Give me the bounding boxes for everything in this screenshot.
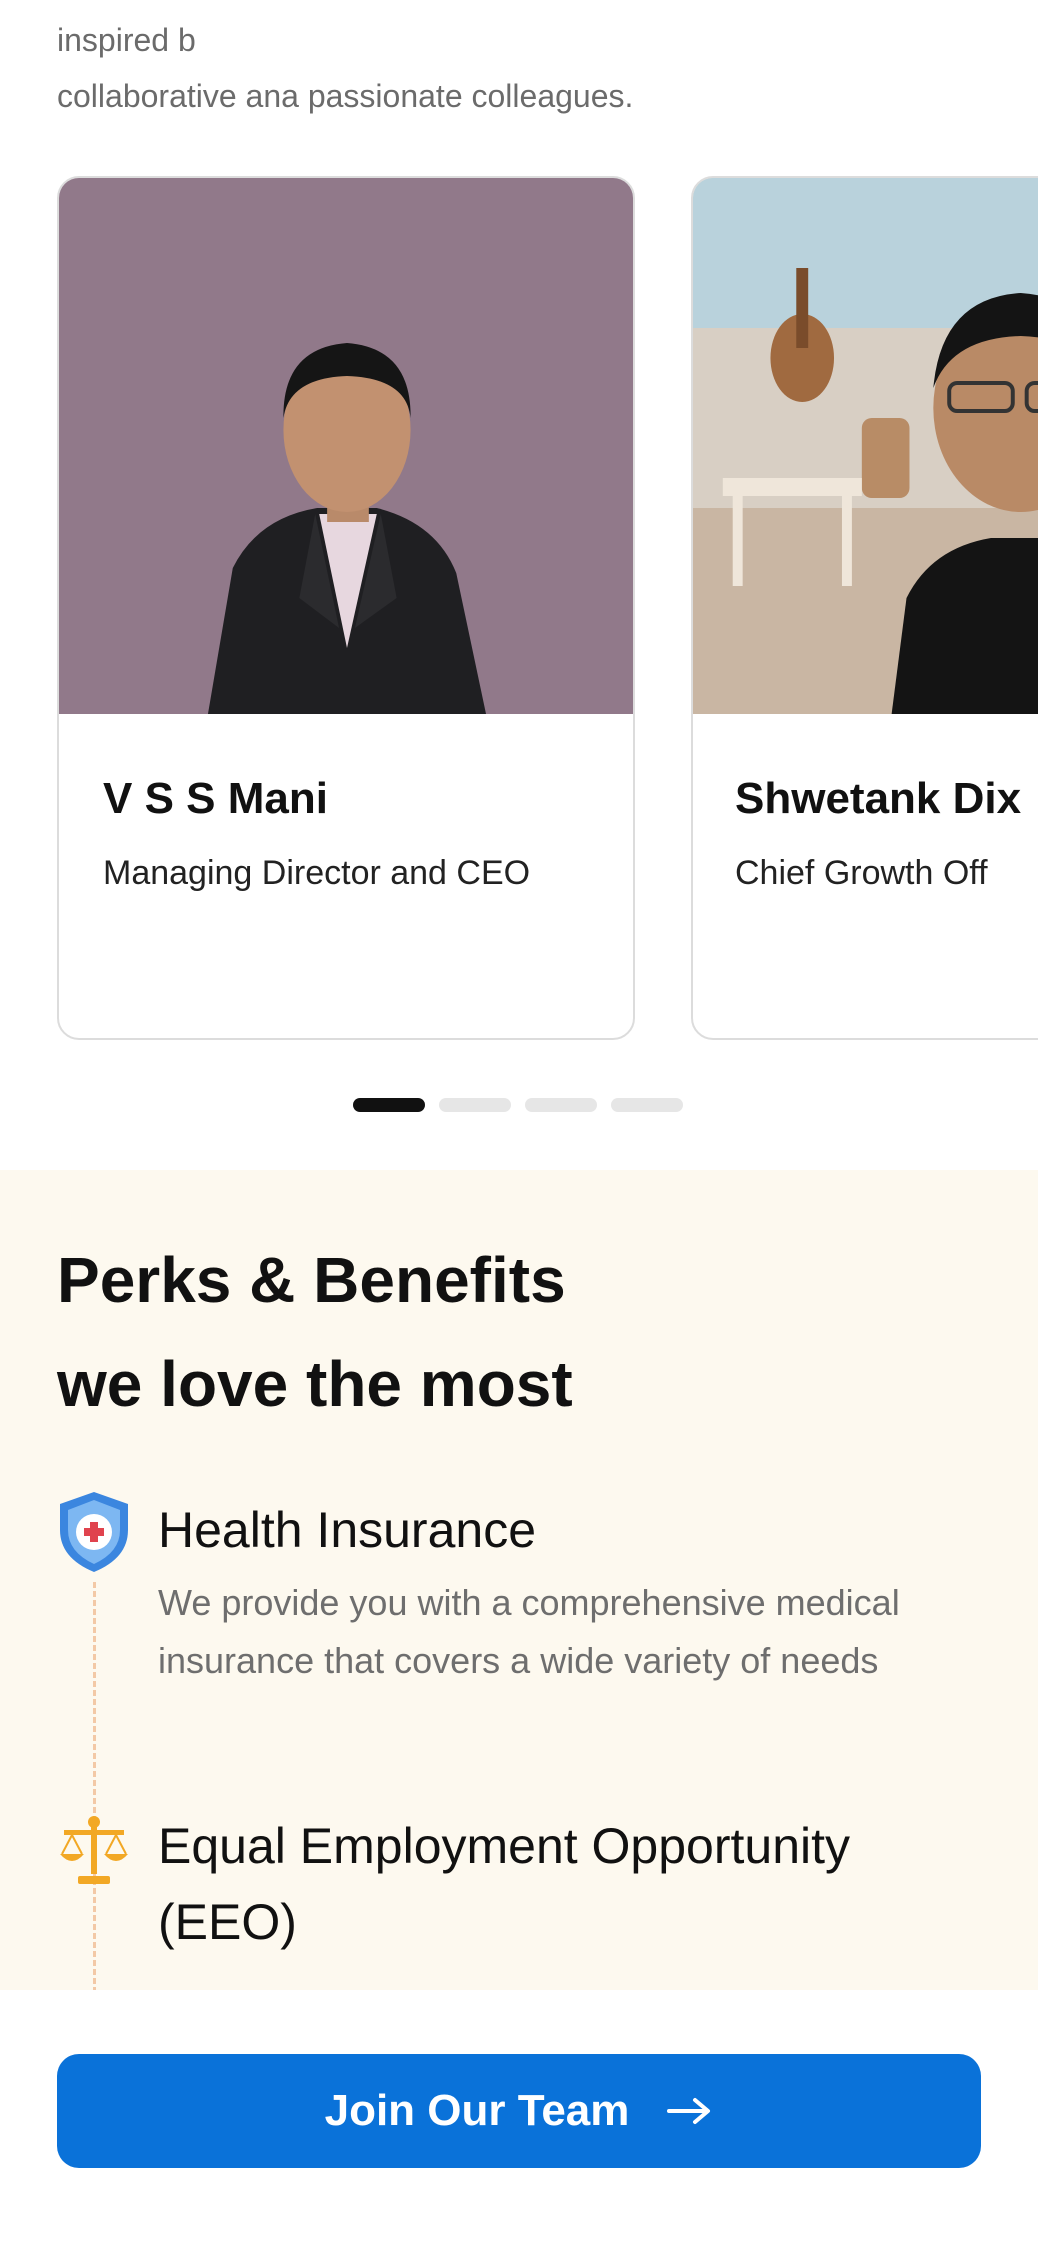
join-our-team-button[interactable]: Join Our Team xyxy=(57,2054,981,2168)
team-photo xyxy=(693,178,1038,714)
pagination-dot-3[interactable] xyxy=(525,1098,597,1112)
perks-heading-line-1: Perks & Benefits xyxy=(57,1244,566,1316)
team-member-role: Managing Director and CEO xyxy=(103,854,531,892)
team-card[interactable]: V S S Mani Managing Director and CEO xyxy=(57,176,635,1040)
pagination-dot-1[interactable] xyxy=(353,1098,425,1112)
perks-heading: Perks & Benefits we love the most xyxy=(57,1228,573,1436)
scales-icon xyxy=(60,1816,128,1884)
perk-title-line-1: Equal Employment Opportunity xyxy=(158,1818,851,1874)
perks-heading-line-2: we love the most xyxy=(57,1348,573,1420)
perks-section: Perks & Benefits we love the most Health… xyxy=(0,1170,1038,1990)
intro-text: inspired b collaborative ana passionate … xyxy=(57,12,997,124)
perk-title: Equal Employment Opportunity (EEO) xyxy=(158,1808,850,1960)
team-member-name: Shwetank Dix xyxy=(735,774,1022,823)
team-photo xyxy=(59,178,633,714)
arrow-right-icon xyxy=(665,2095,713,2127)
pagination-dot-2[interactable] xyxy=(439,1098,511,1112)
perk-title: Health Insurance xyxy=(158,1502,537,1558)
join-our-team-label: Join Our Team xyxy=(324,2086,630,2135)
team-member-name: V S S Mani xyxy=(103,774,328,823)
intro-line-2: collaborative ana passionate colleagues. xyxy=(57,78,634,114)
intro-line-1: inspired b xyxy=(57,22,196,58)
pagination-dot-4[interactable] xyxy=(611,1098,683,1112)
team-card[interactable]: Shwetank Dix Chief Growth Off xyxy=(691,176,1038,1040)
perk-description: We provide you with a comprehensive medi… xyxy=(158,1582,900,1681)
team-member-role: Chief Growth Off xyxy=(735,854,988,892)
shield-medical-icon xyxy=(60,1492,128,1572)
leadership-carousel[interactable]: V S S Mani Managing Director and CEO Shw… xyxy=(0,176,1038,1046)
perks-timeline xyxy=(93,1582,96,1990)
perk-title-line-2: (EEO) xyxy=(158,1894,297,1950)
